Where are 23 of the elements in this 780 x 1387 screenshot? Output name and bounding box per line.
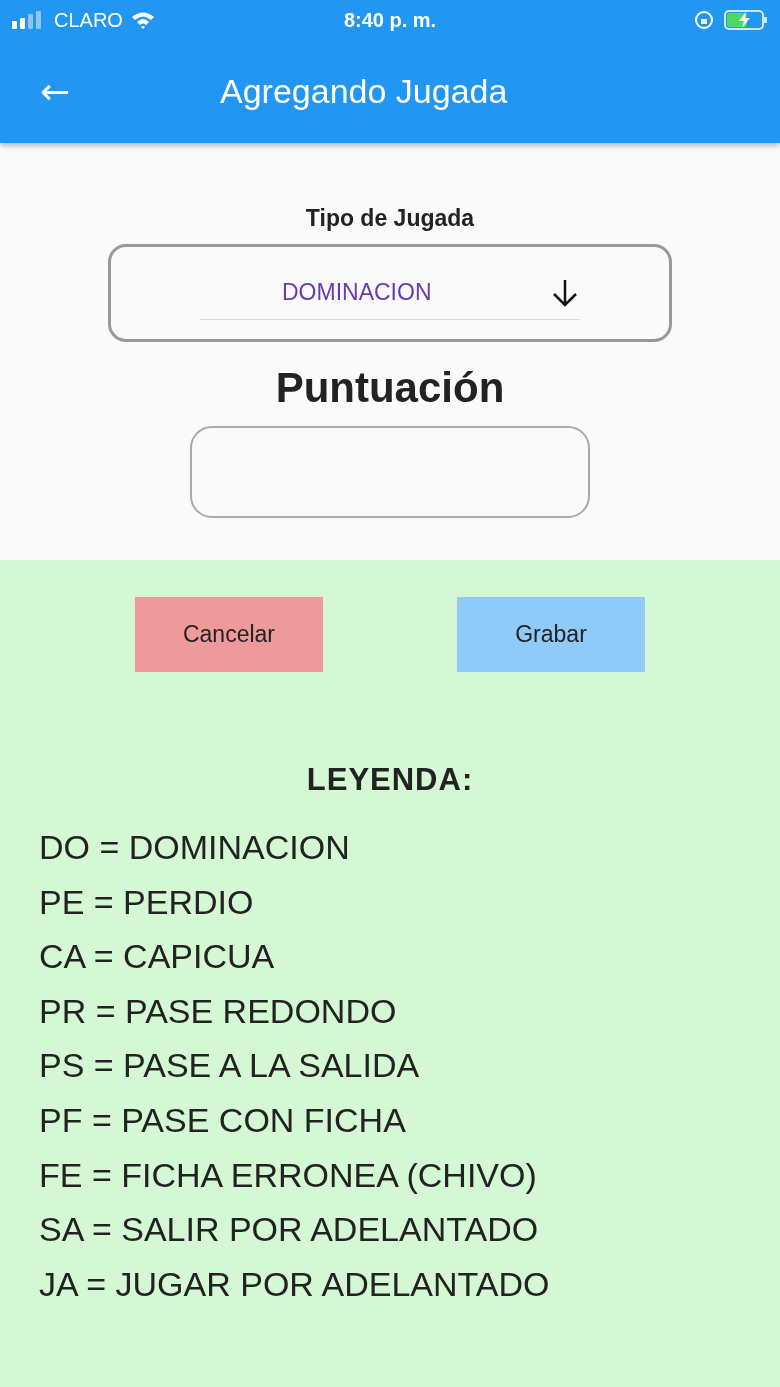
legend-item: SA = SALIR POR ADELANTADO xyxy=(39,1209,540,1251)
status-time: 8:40 p. m. xyxy=(343,8,437,32)
legend-item: PS = PASE A LA SALIDA xyxy=(39,1045,421,1087)
rotation-lock-icon xyxy=(694,10,714,30)
legend-item: CA = CAPICUA xyxy=(39,936,276,978)
screen-title: Agregando Jugada xyxy=(220,72,508,111)
legend-item: DO = DOMINACION xyxy=(39,827,351,868)
legend-title: LEYENDA: xyxy=(305,762,475,798)
legend-item: PR = PASE REDONDO xyxy=(39,990,398,1032)
cancel-button[interactable]: Cancelar xyxy=(135,597,323,672)
carrier-name: CLARO xyxy=(54,8,123,32)
play-type-dropdown[interactable]: DOMINACION xyxy=(108,244,672,342)
play-type-label: Tipo de Jugada xyxy=(305,205,475,232)
save-button[interactable]: Grabar xyxy=(457,597,645,672)
score-input[interactable] xyxy=(190,426,590,518)
legend-item: FE = FICHA ERRONEA (CHIVO) xyxy=(39,1154,538,1196)
legend-item: JA = JUGAR POR ADELANTADO xyxy=(39,1263,551,1305)
wifi-icon xyxy=(130,11,155,29)
legend-item: PE = PERDIO xyxy=(39,881,255,923)
down-arrow-icon xyxy=(550,277,580,308)
score-label: Puntuación xyxy=(275,364,505,412)
battery-icon xyxy=(724,10,768,30)
legend-item: PF = PASE CON FICHA xyxy=(39,1099,407,1141)
